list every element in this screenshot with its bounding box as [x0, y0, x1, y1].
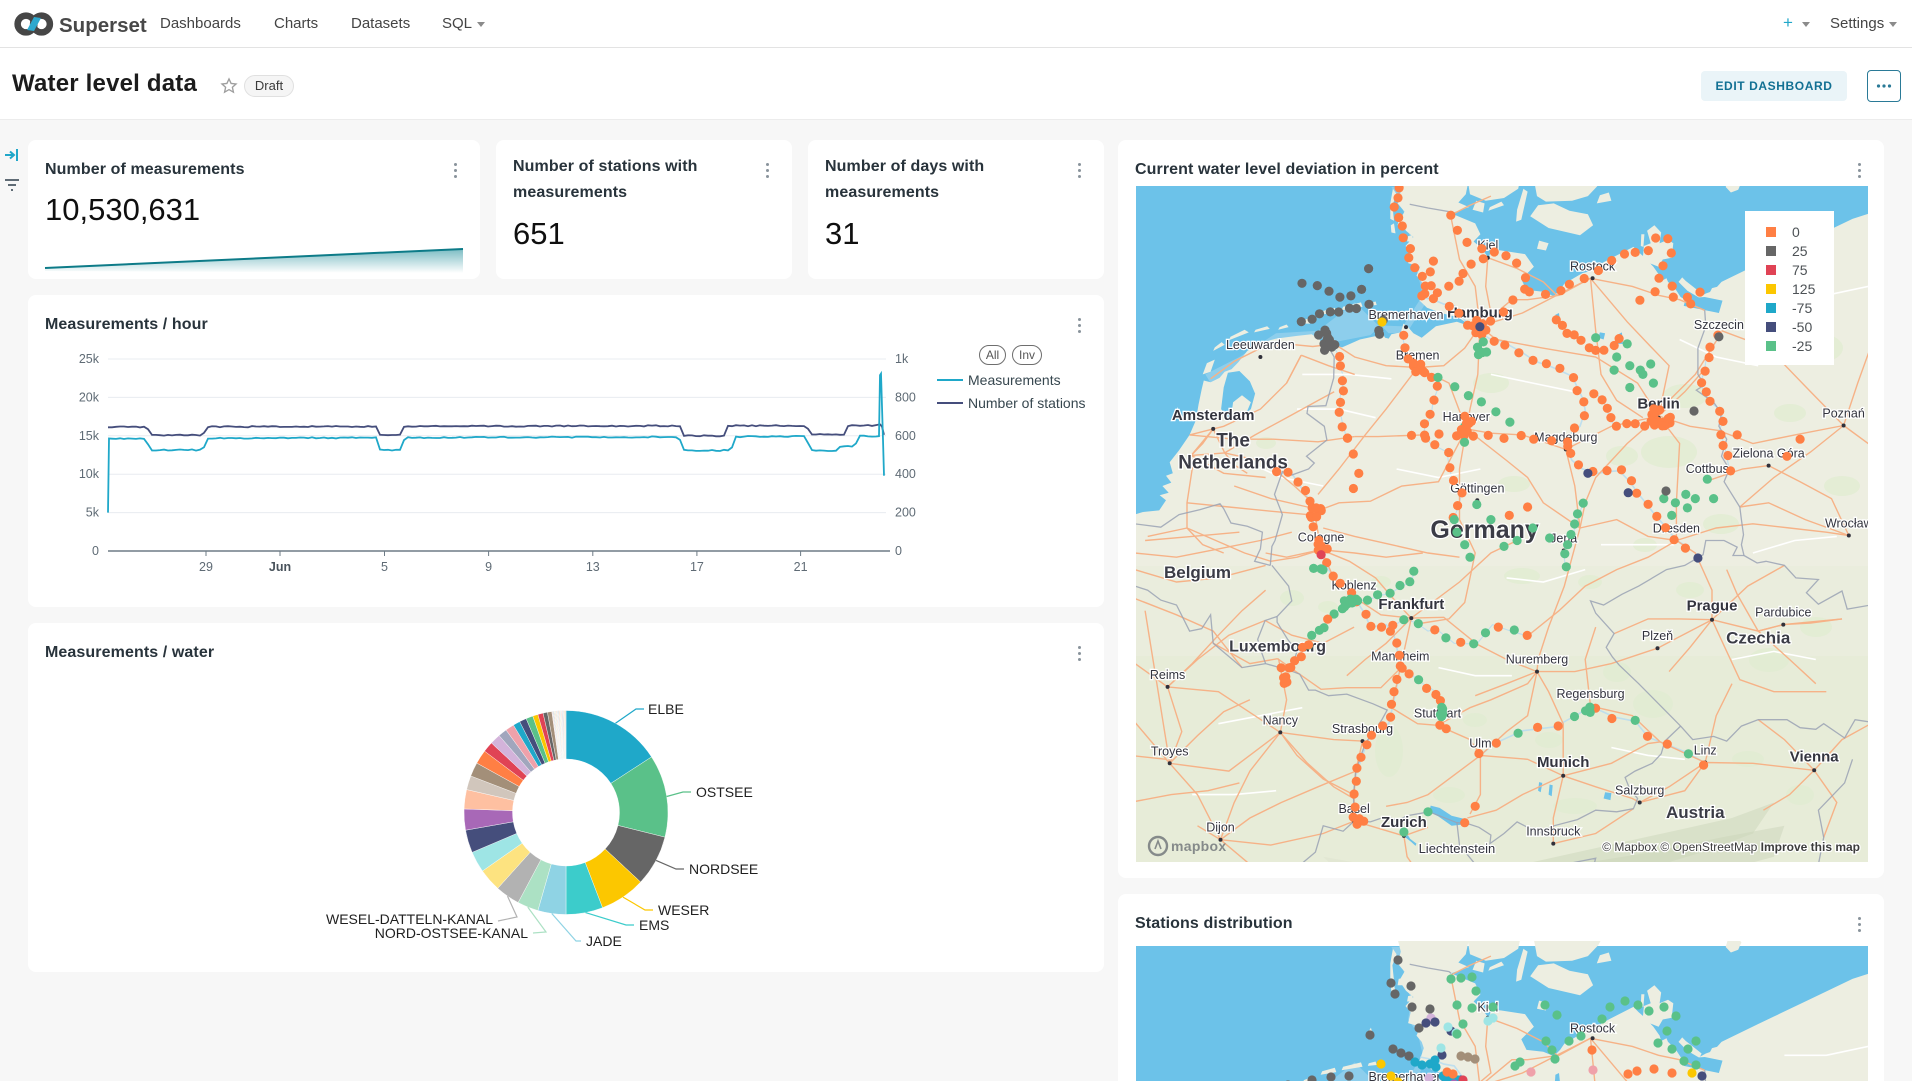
svg-text:Netherlands: Netherlands — [1178, 452, 1288, 473]
svg-text:The: The — [1216, 430, 1250, 451]
svg-text:5: 5 — [381, 560, 388, 574]
svg-text:Austria: Austria — [1666, 803, 1725, 822]
svg-text:Jun: Jun — [269, 560, 291, 574]
svg-text:125: 125 — [1792, 281, 1816, 297]
svg-text:10k: 10k — [79, 467, 100, 481]
svg-text:Regensburg: Regensburg — [1556, 687, 1624, 701]
svg-text:20k: 20k — [79, 390, 100, 404]
svg-text:0: 0 — [92, 544, 99, 558]
svg-text:75: 75 — [1792, 262, 1808, 278]
svg-text:mapbox: mapbox — [1171, 838, 1226, 854]
svg-text:Leeuwarden: Leeuwarden — [1226, 338, 1295, 352]
svg-text:-25: -25 — [1792, 338, 1812, 354]
svg-text:15k: 15k — [79, 429, 100, 443]
svg-text:17: 17 — [690, 560, 704, 574]
svg-text:1k: 1k — [895, 352, 909, 366]
svg-text:Amsterdam: Amsterdam — [1172, 407, 1255, 424]
svg-text:Belgium: Belgium — [1164, 563, 1231, 582]
svg-text:600: 600 — [895, 429, 916, 443]
svg-text:29: 29 — [199, 560, 213, 574]
svg-text:5k: 5k — [86, 506, 100, 520]
svg-text:Cottbus: Cottbus — [1686, 462, 1729, 476]
svg-text:Czechia: Czechia — [1726, 628, 1791, 647]
svg-text:Superset: Superset — [59, 14, 147, 37]
svg-text:0: 0 — [895, 544, 902, 558]
svg-text:WESEL-DATTELN-KANAL: WESEL-DATTELN-KANAL — [326, 911, 493, 927]
svg-text:NORDSEE: NORDSEE — [689, 861, 758, 877]
svg-text:Plzeň: Plzeň — [1642, 629, 1673, 643]
svg-text:© Mapbox © OpenStreetMap Impro: © Mapbox © OpenStreetMap Improve this ma… — [1602, 840, 1860, 854]
svg-text:EMS: EMS — [639, 917, 669, 933]
svg-text:Frankfurt: Frankfurt — [1378, 596, 1444, 613]
svg-text:Wrocław: Wrocław — [1825, 517, 1868, 531]
svg-text:13: 13 — [586, 560, 600, 574]
svg-text:0: 0 — [1792, 224, 1800, 240]
svg-text:21: 21 — [794, 560, 808, 574]
svg-text:Munich: Munich — [1537, 754, 1590, 771]
svg-text:-50: -50 — [1792, 319, 1812, 335]
svg-text:ELBE: ELBE — [648, 701, 684, 717]
svg-text:Pardubice: Pardubice — [1755, 606, 1811, 620]
svg-text:Liechtenstein: Liechtenstein — [1419, 841, 1496, 856]
svg-text:25k: 25k — [79, 352, 100, 366]
svg-text:Szczecin: Szczecin — [1694, 318, 1744, 332]
svg-text:Rostock: Rostock — [1570, 1021, 1616, 1035]
svg-text:800: 800 — [895, 390, 916, 404]
svg-text:25: 25 — [1792, 243, 1808, 259]
svg-text:Zielona Góra: Zielona Góra — [1732, 447, 1804, 461]
svg-text:400: 400 — [895, 467, 916, 481]
svg-text:Troyes: Troyes — [1151, 744, 1189, 758]
svg-text:WESER: WESER — [658, 902, 709, 918]
svg-text:OSTSEE: OSTSEE — [696, 784, 753, 800]
svg-text:Linz: Linz — [1694, 744, 1717, 758]
svg-text:JADE: JADE — [586, 933, 622, 949]
svg-text:Nancy: Nancy — [1263, 713, 1299, 727]
svg-text:Germany: Germany — [1430, 516, 1538, 544]
svg-text:-75: -75 — [1792, 300, 1812, 316]
svg-text:Dresden: Dresden — [1653, 522, 1700, 536]
svg-text:Reims: Reims — [1150, 668, 1185, 682]
svg-text:Nuremberg: Nuremberg — [1506, 653, 1569, 667]
svg-text:Poznań: Poznań — [1822, 407, 1864, 421]
svg-text:NORD-OSTSEE-KANAL: NORD-OSTSEE-KANAL — [375, 925, 528, 941]
svg-text:Ulm: Ulm — [1469, 736, 1491, 750]
svg-text:Prague: Prague — [1687, 598, 1738, 615]
svg-text:200: 200 — [895, 506, 916, 520]
svg-text:9: 9 — [485, 560, 492, 574]
svg-text:Salzburg: Salzburg — [1615, 784, 1664, 798]
svg-text:Vienna: Vienna — [1790, 748, 1840, 765]
svg-text:Innsbruck: Innsbruck — [1526, 825, 1581, 839]
svg-text:Dijon: Dijon — [1206, 821, 1235, 835]
